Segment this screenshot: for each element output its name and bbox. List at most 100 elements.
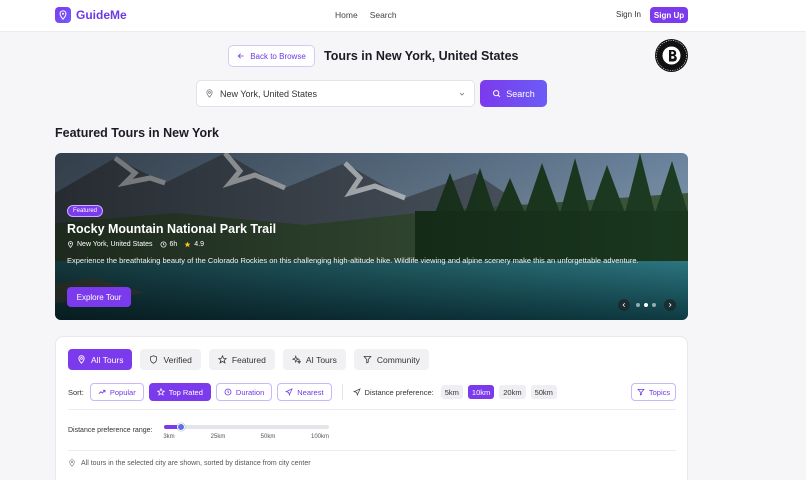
- carousel-dot-2[interactable]: [644, 303, 648, 307]
- sort-duration-button[interactable]: Duration: [215, 383, 273, 401]
- sort-nearest-button[interactable]: Nearest: [277, 383, 332, 401]
- page-title: Tours in New York, United States: [324, 49, 519, 63]
- tour-title: Rocky Mountain National Park Trail: [67, 222, 277, 236]
- distance-10km-button[interactable]: 10km: [467, 385, 495, 399]
- range-tick: 100km: [310, 434, 330, 440]
- sort-label: Sort:: [68, 387, 84, 397]
- tab-all-tours[interactable]: All Tours: [68, 349, 133, 370]
- hero-content: Featured Rocky Mountain National Park Tr…: [67, 199, 677, 266]
- explore-tour-button[interactable]: Explore Tour: [67, 287, 131, 307]
- divider: [68, 450, 676, 451]
- tab-featured[interactable]: Featured: [208, 349, 275, 370]
- tour-rating: 4.9: [184, 241, 204, 248]
- top-navbar: GuideMe Home Search Sign In Sign Up: [0, 0, 806, 32]
- clock-icon: [224, 388, 232, 396]
- tour-duration-text: 6h: [169, 241, 178, 248]
- tab-label: Community: [376, 354, 420, 365]
- clock-icon: [160, 241, 166, 248]
- distance-label-text: Distance preference:: [364, 387, 434, 397]
- info-note-text: All tours in the selected city are shown…: [81, 459, 311, 467]
- back-to-browse-button[interactable]: Back to Browse: [228, 45, 315, 67]
- distance-50km-button[interactable]: 50km: [530, 385, 557, 399]
- pin-icon: [68, 241, 73, 248]
- location-value: New York, United States: [220, 88, 318, 99]
- distance-5km-button[interactable]: 5km: [440, 385, 463, 399]
- chevron-down-icon: [459, 92, 465, 96]
- range-tick: 3km: [163, 434, 175, 440]
- carousel-dots: [636, 303, 656, 307]
- info-note: All tours in the selected city are shown…: [68, 459, 311, 467]
- featured-section-title: Featured Tours in New York: [55, 126, 219, 140]
- nav-search-link[interactable]: Search: [370, 10, 397, 20]
- featured-badge: Featured: [67, 205, 104, 217]
- back-label: Back to Browse: [250, 51, 306, 61]
- trending-icon: [98, 389, 106, 394]
- sort-option-label: Nearest: [297, 387, 324, 397]
- brand-name: GuideMe: [76, 8, 127, 22]
- sparkle-icon: [291, 355, 301, 364]
- range-tick: 25km: [210, 434, 226, 440]
- tab-verified[interactable]: Verified: [140, 349, 201, 370]
- tab-community[interactable]: Community: [353, 349, 429, 370]
- pin-icon: [69, 459, 75, 467]
- sign-in-link[interactable]: Sign In: [616, 10, 641, 19]
- tab-ai-tours[interactable]: AI Tours: [282, 349, 346, 370]
- tour-rating-text: 4.9: [194, 241, 205, 248]
- search-button[interactable]: Search: [480, 80, 547, 107]
- filter-panel: All Tours Verified Featured AI Tours Com…: [55, 336, 688, 480]
- sort-row: Sort: Popular Top Rated Duration Nearest…: [68, 383, 557, 401]
- sort-option-label: Duration: [235, 387, 265, 397]
- divider: [341, 384, 343, 400]
- sort-top-rated-button[interactable]: Top Rated: [148, 383, 211, 401]
- topics-label: Topics: [648, 387, 671, 397]
- search-icon: [493, 90, 501, 98]
- tour-location: New York, United States: [67, 241, 153, 248]
- distance-range-label: Distance preference range:: [68, 427, 153, 434]
- topics-button[interactable]: Topics: [631, 383, 676, 401]
- tab-label: All Tours: [91, 354, 124, 365]
- distance-20km-button[interactable]: 20km: [499, 385, 526, 399]
- filter-icon: [363, 356, 372, 364]
- nav-home-link[interactable]: Home: [335, 10, 358, 20]
- sort-option-label: Top Rated: [168, 387, 203, 397]
- tour-duration: 6h: [160, 241, 178, 248]
- star-icon: [217, 355, 227, 364]
- location-select[interactable]: New York, United States: [196, 80, 475, 107]
- pin-icon: [206, 89, 213, 98]
- carousel-next-button[interactable]: [664, 299, 676, 311]
- chevron-right-icon: [668, 302, 672, 308]
- tab-label: AI Tours: [305, 354, 337, 365]
- shield-icon: [150, 355, 158, 364]
- star-icon: [156, 388, 165, 396]
- sign-up-button[interactable]: Sign Up: [650, 7, 688, 23]
- tab-label: Verified: [163, 354, 192, 365]
- featured-tour-carousel: Featured Rocky Mountain National Park Tr…: [55, 153, 688, 320]
- carousel-prev-button[interactable]: [618, 299, 630, 311]
- bolt-badge-icon[interactable]: [655, 39, 688, 72]
- tour-description: Experience the breathtaking beauty of th…: [67, 256, 639, 265]
- star-icon: [184, 241, 191, 248]
- range-thumb[interactable]: [176, 423, 185, 431]
- carousel-dot-1[interactable]: [636, 303, 640, 307]
- tour-meta: New York, United States 6h 4.9: [67, 241, 677, 248]
- tour-location-text: New York, United States: [77, 241, 153, 248]
- divider: [68, 409, 676, 410]
- arrow-left-icon: [237, 53, 244, 59]
- distance-preference-label: Distance preference:: [352, 387, 434, 397]
- pin-icon: [78, 355, 85, 364]
- main-nav: Home Search: [335, 10, 397, 20]
- tour-filter-tabs: All Tours Verified Featured AI Tours Com…: [68, 349, 429, 370]
- range-tick: 50km: [260, 434, 276, 440]
- filter-icon: [637, 388, 645, 396]
- pin-icon: [55, 7, 71, 23]
- search-button-label: Search: [506, 88, 535, 99]
- brand-logo[interactable]: GuideMe: [55, 7, 127, 23]
- navigate-icon: [285, 388, 293, 396]
- sort-option-label: Popular: [109, 387, 136, 397]
- chevron-left-icon: [622, 302, 626, 308]
- sort-popular-button[interactable]: Popular: [89, 383, 144, 401]
- distance-range-slider[interactable]: [164, 423, 329, 431]
- navigate-icon: [352, 388, 361, 396]
- tab-label: Featured: [231, 354, 266, 365]
- carousel-dot-3[interactable]: [652, 303, 656, 307]
